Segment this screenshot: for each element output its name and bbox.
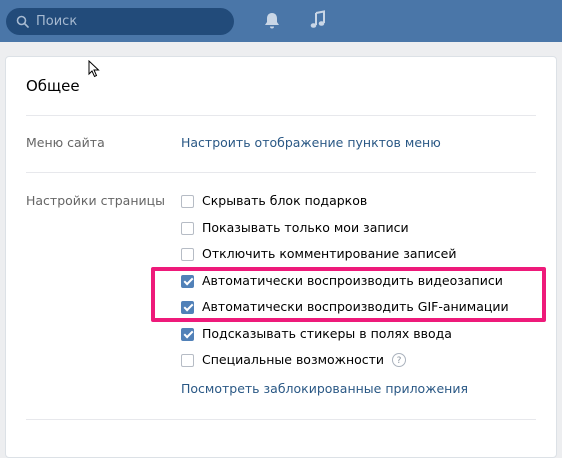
blocked-apps-link[interactable]: Посмотреть заблокированные приложения xyxy=(181,381,468,397)
checkbox-label: Отключить комментирование записей xyxy=(202,246,457,261)
option-hide-gifts[interactable]: Скрывать блок подарков xyxy=(181,192,367,210)
divider xyxy=(26,172,536,173)
mouse-cursor-icon xyxy=(88,60,100,78)
divider xyxy=(26,115,536,116)
bell-icon[interactable] xyxy=(262,11,282,31)
option-disable-comments[interactable]: Отключить комментирование записей xyxy=(181,245,457,263)
checkbox-label: Скрывать блок подарков xyxy=(202,193,368,208)
top-navigation-bar: Поиск xyxy=(0,0,562,42)
highlight-annotation-box xyxy=(151,267,546,322)
checkbox[interactable] xyxy=(181,194,194,208)
search-icon xyxy=(16,15,29,28)
configure-menu-link[interactable]: Настроить отображение пунктов меню xyxy=(181,135,441,151)
checkbox[interactable] xyxy=(181,247,194,261)
checkbox-checked[interactable] xyxy=(181,327,194,341)
checkbox-label: Показывать только мои записи xyxy=(202,220,409,235)
option-only-my-posts[interactable]: Показывать только мои записи xyxy=(181,219,409,237)
checkbox[interactable] xyxy=(181,221,194,235)
divider xyxy=(26,419,536,420)
settings-panel: Общее Меню сайта Настроить отображение п… xyxy=(5,56,557,458)
checkbox-label: Подсказывать стикеры в полях ввода xyxy=(202,326,452,341)
checkbox-label: Специальные возможности xyxy=(202,352,385,367)
site-menu-label: Меню сайта xyxy=(26,135,105,150)
page-settings-label: Настройки страницы xyxy=(26,193,165,208)
option-suggest-stickers[interactable]: Подсказывать стикеры в полях ввода xyxy=(181,325,452,343)
panel-title: Общее xyxy=(26,77,80,95)
checkbox[interactable] xyxy=(181,353,194,367)
search-input[interactable]: Поиск xyxy=(6,8,234,35)
search-placeholder: Поиск xyxy=(36,14,78,29)
help-icon[interactable]: ? xyxy=(392,353,407,367)
option-accessibility[interactable]: Специальные возможности ? xyxy=(181,351,407,369)
music-icon[interactable] xyxy=(308,10,328,30)
